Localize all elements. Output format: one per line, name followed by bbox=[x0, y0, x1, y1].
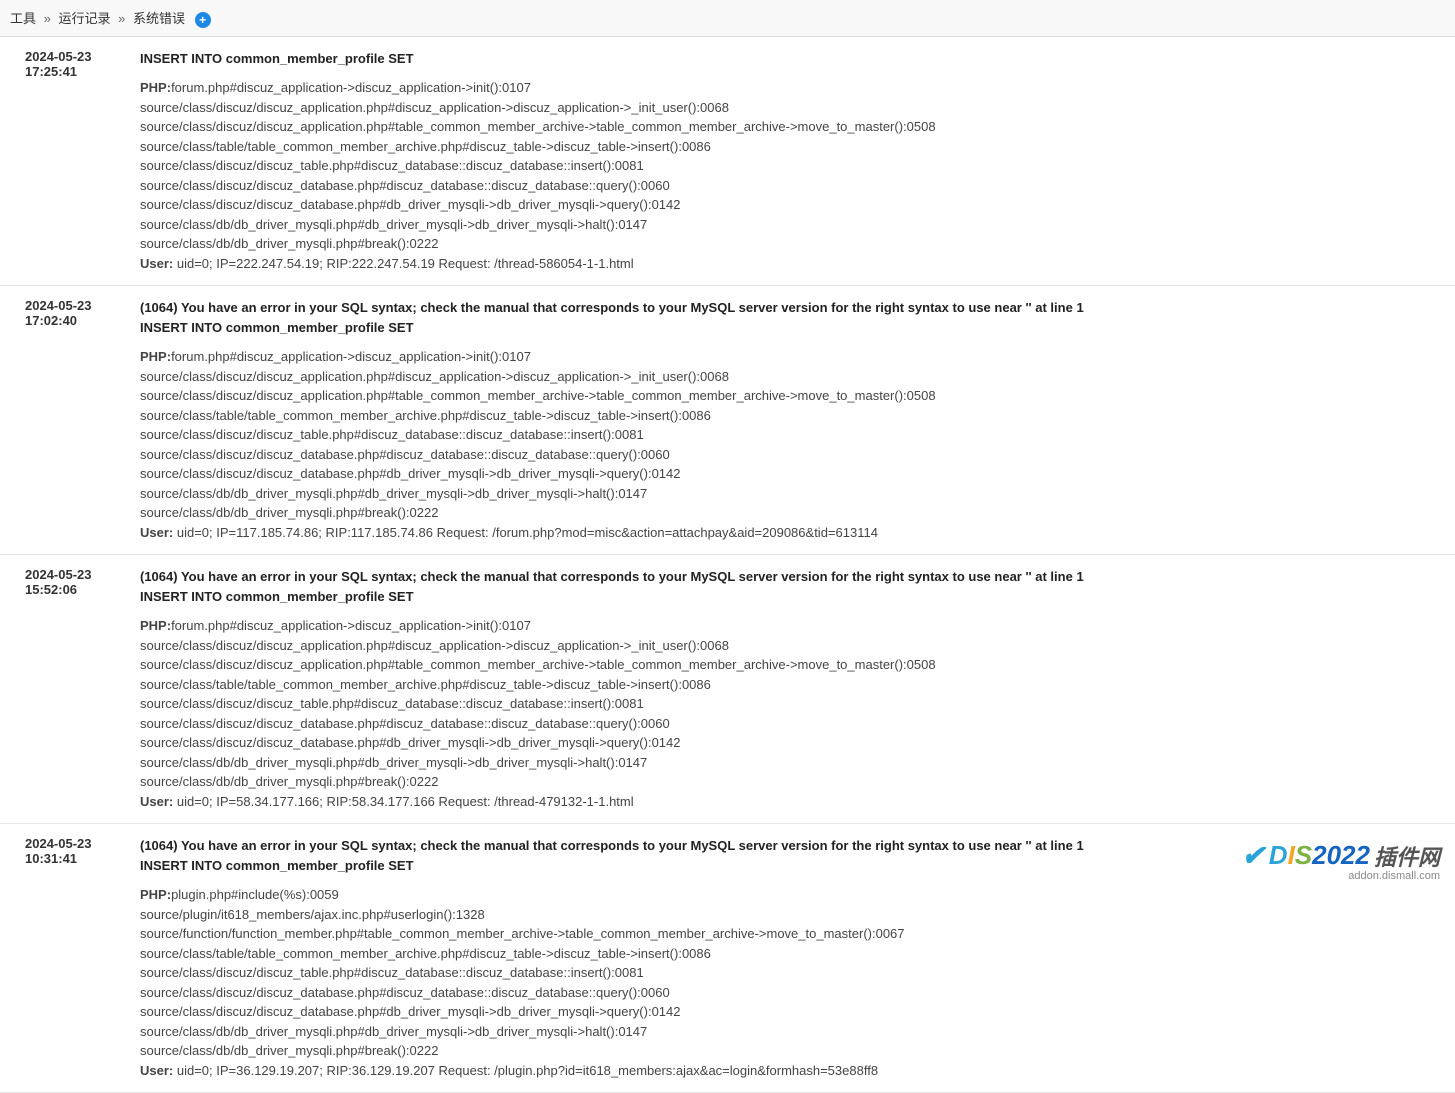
user-label: User: bbox=[140, 1063, 173, 1078]
log-row: 2024-05-2317:25:41INSERT INTO common_mem… bbox=[0, 37, 1455, 286]
user-info: uid=0; IP=222.247.54.19; RIP:222.247.54.… bbox=[173, 256, 633, 271]
log-row: 2024-05-2315:52:06 (1064) You have an err… bbox=[0, 555, 1455, 824]
add-icon[interactable]: + bbox=[195, 12, 211, 28]
breadcrumb-syserror[interactable]: 系统错误 bbox=[133, 11, 185, 26]
log-row: 2024-05-2317:02:40 (1064) You have an err… bbox=[0, 286, 1455, 555]
user-label: User: bbox=[140, 794, 173, 809]
breadcrumb-runlog[interactable]: 运行记录 bbox=[59, 11, 111, 26]
user-info: uid=0; IP=117.185.74.86; RIP:117.185.74.… bbox=[173, 525, 878, 540]
php-first-line: forum.php#discuz_application->discuz_app… bbox=[171, 349, 531, 364]
trace-lines: source/class/discuz/discuz_application.p… bbox=[140, 636, 1445, 792]
trace-lines: source/plugin/it618_members/ajax.inc.php… bbox=[140, 905, 1445, 1061]
php-first-line: plugin.php#include(%s):0059 bbox=[171, 887, 339, 902]
error-title: (1064) You have an error in your SQL syn… bbox=[140, 298, 1445, 337]
log-content: (1064) You have an error in your SQL syn… bbox=[130, 286, 1455, 555]
log-time: 10:31:41 bbox=[25, 851, 120, 866]
php-label: PHP: bbox=[140, 618, 171, 633]
log-time: 17:25:41 bbox=[25, 64, 120, 79]
error-title: INSERT INTO common_member_profile SET bbox=[140, 49, 1445, 69]
trace-lines: source/class/discuz/discuz_application.p… bbox=[140, 98, 1445, 254]
log-timestamp: 2024-05-2310:31:41 bbox=[0, 824, 130, 1093]
user-label: User: bbox=[140, 256, 173, 271]
php-first-line: forum.php#discuz_application->discuz_app… bbox=[171, 80, 531, 95]
log-timestamp: 2024-05-2315:52:06 bbox=[0, 555, 130, 824]
stack-trace: PHP:forum.php#discuz_application->discuz… bbox=[140, 78, 1445, 273]
log-date: 2024-05-23 bbox=[25, 567, 120, 582]
log-date: 2024-05-23 bbox=[25, 298, 120, 313]
log-content: (1064) You have an error in your SQL syn… bbox=[130, 555, 1455, 824]
trace-lines: source/class/discuz/discuz_application.p… bbox=[140, 367, 1445, 523]
breadcrumb-sep: » bbox=[118, 11, 125, 26]
log-content: (1064) You have an error in your SQL syn… bbox=[130, 824, 1455, 1093]
php-label: PHP: bbox=[140, 349, 171, 364]
log-content: INSERT INTO common_member_profile SET PHP… bbox=[130, 37, 1455, 286]
log-date: 2024-05-23 bbox=[25, 836, 120, 851]
php-label: PHP: bbox=[140, 887, 171, 902]
error-title: (1064) You have an error in your SQL syn… bbox=[140, 567, 1445, 606]
user-info: uid=0; IP=58.34.177.166; RIP:58.34.177.1… bbox=[173, 794, 633, 809]
stack-trace: PHP:forum.php#discuz_application->discuz… bbox=[140, 347, 1445, 542]
php-label: PHP: bbox=[140, 80, 171, 95]
log-time: 15:52:06 bbox=[25, 582, 120, 597]
stack-trace: PHP:forum.php#discuz_application->discuz… bbox=[140, 616, 1445, 811]
user-info: uid=0; IP=36.129.19.207; RIP:36.129.19.2… bbox=[173, 1063, 878, 1078]
log-timestamp: 2024-05-2317:25:41 bbox=[0, 37, 130, 286]
stack-trace: PHP:plugin.php#include(%s):0059 source/pl… bbox=[140, 885, 1445, 1080]
breadcrumb: 工具 » 运行记录 » 系统错误 + bbox=[0, 0, 1455, 37]
log-row: 2024-05-2310:31:41 (1064) You have an err… bbox=[0, 824, 1455, 1093]
log-date: 2024-05-23 bbox=[25, 49, 120, 64]
breadcrumb-tools[interactable]: 工具 bbox=[10, 11, 36, 26]
breadcrumb-sep: » bbox=[44, 11, 51, 26]
error-title: (1064) You have an error in your SQL syn… bbox=[140, 836, 1445, 875]
php-first-line: forum.php#discuz_application->discuz_app… bbox=[171, 618, 531, 633]
log-time: 17:02:40 bbox=[25, 313, 120, 328]
user-label: User: bbox=[140, 525, 173, 540]
log-timestamp: 2024-05-2317:02:40 bbox=[0, 286, 130, 555]
log-table: 2024-05-2317:25:41INSERT INTO common_mem… bbox=[0, 37, 1455, 1093]
